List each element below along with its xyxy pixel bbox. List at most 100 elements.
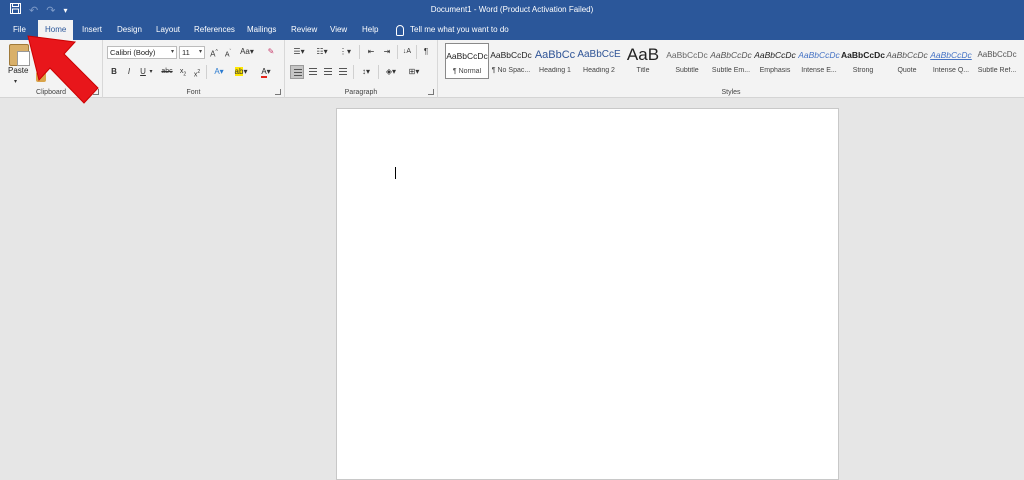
highlight-icon[interactable]: ab▾ bbox=[233, 66, 249, 78]
format-painter-icon[interactable] bbox=[36, 72, 46, 82]
format-painter-label[interactable]: inter bbox=[66, 73, 82, 82]
strikethrough-icon[interactable]: abc bbox=[160, 66, 174, 78]
style-title[interactable]: AaB Title bbox=[621, 43, 665, 79]
tab-view[interactable]: View bbox=[323, 20, 354, 40]
shading-icon[interactable]: ◈▾ bbox=[382, 66, 400, 78]
tab-help[interactable]: Help bbox=[355, 20, 385, 40]
clear-formatting-icon[interactable]: ✎ bbox=[265, 46, 277, 58]
font-group: Calibri (Body) ▾ 11 ▾ A^ Aˇ Aa▾ ✎ B I U … bbox=[103, 40, 285, 98]
tab-insert[interactable]: Insert bbox=[75, 20, 109, 40]
style-name: ¶ Normal bbox=[452, 68, 482, 75]
style-preview: AaBbCcDc bbox=[666, 50, 708, 60]
superscript-icon[interactable]: x2 bbox=[191, 66, 203, 81]
shrink-font-icon[interactable]: Aˇ bbox=[222, 46, 234, 61]
style-name: Subtitle bbox=[675, 67, 699, 74]
font-size-dropdown[interactable]: 11 ▾ bbox=[179, 46, 205, 59]
style-name: Subtle Em... bbox=[711, 67, 751, 74]
multilevel-list-icon[interactable]: ⋮▾ bbox=[336, 46, 354, 58]
document-page[interactable] bbox=[336, 108, 839, 480]
borders-icon[interactable]: ⊞▾ bbox=[405, 66, 423, 78]
style-name: Heading 2 bbox=[583, 67, 615, 74]
tab-layout[interactable]: Layout bbox=[149, 20, 187, 40]
decrease-indent-icon[interactable]: ⇤ bbox=[365, 46, 377, 58]
title-bar: ↶ ↷ ▾ Document1 - Word (Product Activati… bbox=[0, 0, 1024, 20]
numbering-icon[interactable]: ☷▾ bbox=[313, 46, 331, 58]
style-name: Heading 1 bbox=[539, 67, 571, 74]
style-preview: AaBbCcDc bbox=[886, 50, 928, 60]
italic-icon[interactable]: I bbox=[124, 66, 134, 78]
tab-review[interactable]: Review bbox=[284, 20, 324, 40]
style-name: Quote bbox=[897, 67, 917, 74]
font-name-value: Calibri (Body) bbox=[110, 48, 156, 57]
font-name-dropdown[interactable]: Calibri (Body) ▾ bbox=[107, 46, 177, 59]
window-title: Document1 - Word (Product Activation Fai… bbox=[430, 5, 594, 14]
text-effects-icon[interactable]: A▾ bbox=[211, 66, 227, 78]
style-subtle-reference[interactable]: AaBbCcDc Subtle Ref... bbox=[973, 43, 1021, 79]
grow-font-icon[interactable]: A^ bbox=[208, 46, 220, 61]
style-name: ¶ No Spac... bbox=[491, 67, 531, 74]
underline-dropdown-icon[interactable]: ▾ bbox=[148, 66, 154, 78]
paragraph-group: ☰▾ ☷▾ ⋮▾ ⇤ ⇥ ↓A ¶ ↕▾ ◈▾ ⊞▾ Paragraph bbox=[285, 40, 438, 98]
style-intense-quote[interactable]: AaBbCcDc Intense Q... bbox=[929, 43, 973, 79]
increase-indent-icon[interactable]: ⇥ bbox=[381, 46, 393, 58]
styles-group: AaBbCcDc ¶ Normal AaBbCcDc ¶ No Spac... … bbox=[438, 40, 1024, 98]
clipboard-group: Paste ▾ inter Clipboard bbox=[0, 40, 103, 98]
font-size-value: 11 bbox=[182, 48, 190, 57]
align-center-icon[interactable] bbox=[306, 65, 320, 79]
cut-icon[interactable] bbox=[36, 44, 46, 54]
paragraph-launcher-icon[interactable] bbox=[428, 89, 434, 95]
clipboard-launcher-icon[interactable] bbox=[93, 89, 99, 95]
tell-me-label: Tell me what you want to do bbox=[410, 25, 509, 34]
align-left-icon[interactable] bbox=[290, 65, 304, 79]
ribbon: Paste ▾ inter Clipboard Calibri (Body) ▾… bbox=[0, 40, 1024, 98]
bold-icon[interactable]: B bbox=[109, 66, 119, 78]
style-name: Intense Q... bbox=[932, 67, 970, 74]
line-spacing-icon[interactable]: ↕▾ bbox=[357, 66, 375, 78]
bullets-icon[interactable]: ☰▾ bbox=[290, 46, 308, 58]
style-preview: AaBbCcDc bbox=[446, 51, 488, 61]
style-intense-emphasis[interactable]: AaBbCcDc Intense E... bbox=[797, 43, 841, 79]
style-normal[interactable]: AaBbCcDc ¶ Normal bbox=[445, 43, 489, 79]
font-launcher-icon[interactable] bbox=[275, 89, 281, 95]
style-subtitle[interactable]: AaBbCcDc Subtitle bbox=[665, 43, 709, 79]
style-name: Title bbox=[636, 67, 650, 74]
justify-icon[interactable] bbox=[336, 65, 350, 79]
style-name: Intense E... bbox=[801, 67, 837, 74]
paste-icon[interactable] bbox=[9, 44, 30, 66]
style-preview: AaBbCcE bbox=[577, 49, 621, 60]
chevron-down-icon: ▾ bbox=[198, 49, 202, 55]
separator bbox=[378, 65, 379, 79]
align-right-icon[interactable] bbox=[321, 65, 335, 79]
style-emphasis[interactable]: AaBbCcDc Emphasis bbox=[753, 43, 797, 79]
style-preview: AaBbCcDc bbox=[754, 50, 796, 60]
tell-me-search[interactable]: Tell me what you want to do bbox=[396, 20, 509, 40]
copy-icon[interactable] bbox=[36, 58, 46, 68]
sort-icon[interactable]: ↓A bbox=[401, 46, 413, 58]
style-name: Strong bbox=[852, 67, 874, 74]
font-color-icon[interactable]: A▾ bbox=[258, 66, 274, 78]
separator bbox=[397, 45, 398, 59]
show-formatting-icon[interactable]: ¶ bbox=[420, 46, 432, 58]
style-heading-2[interactable]: AaBbCcE Heading 2 bbox=[577, 43, 621, 79]
change-case-icon[interactable]: Aa▾ bbox=[239, 46, 255, 58]
style-subtle-emphasis[interactable]: AaBbCcDc Subtle Em... bbox=[709, 43, 753, 79]
ribbon-tabs: File Home Insert Design Layout Reference… bbox=[0, 20, 1024, 40]
separator bbox=[359, 45, 360, 59]
underline-icon[interactable]: U bbox=[138, 66, 148, 78]
paste-dropdown-icon[interactable]: ▾ bbox=[14, 76, 17, 88]
tab-home[interactable]: Home bbox=[38, 20, 74, 40]
style-heading-1[interactable]: AaBbCc Heading 1 bbox=[533, 43, 577, 79]
separator bbox=[416, 45, 417, 59]
style-preview: AaBbCcDc bbox=[930, 50, 972, 60]
style-preview: AaB bbox=[626, 45, 660, 64]
tab-mailings[interactable]: Mailings bbox=[240, 20, 283, 40]
tab-design[interactable]: Design bbox=[110, 20, 149, 40]
style-quote[interactable]: AaBbCcDc Quote bbox=[885, 43, 929, 79]
style-strong[interactable]: AaBbCcDc Strong bbox=[841, 43, 885, 79]
tab-file[interactable]: File bbox=[6, 20, 33, 40]
paste-button[interactable]: Paste bbox=[8, 66, 28, 75]
style-no-spacing[interactable]: AaBbCcDc ¶ No Spac... bbox=[489, 43, 533, 79]
separator bbox=[353, 65, 354, 79]
subscript-icon[interactable]: x2 bbox=[177, 66, 189, 80]
tab-references[interactable]: References bbox=[187, 20, 242, 40]
